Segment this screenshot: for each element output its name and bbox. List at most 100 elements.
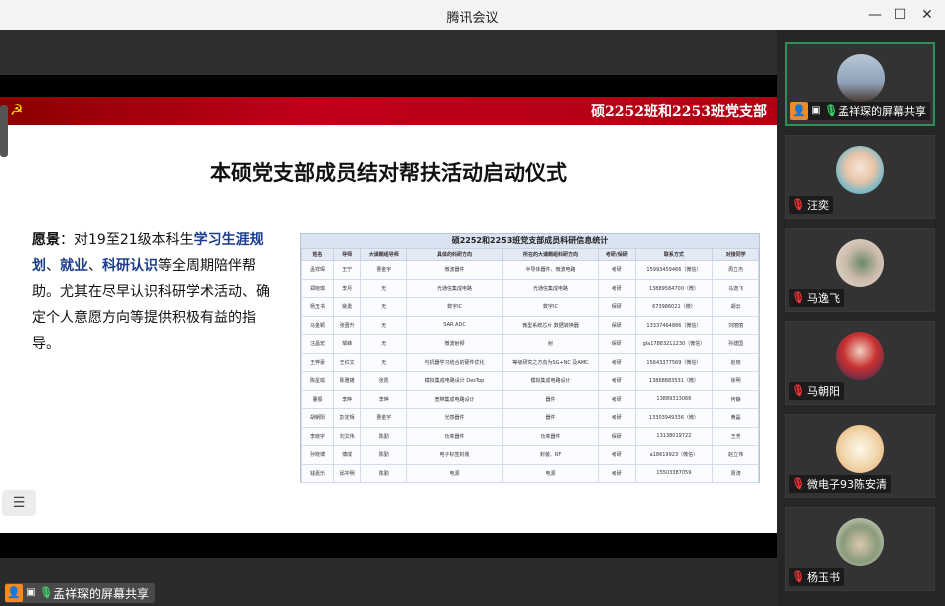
table-cell: 李月 — [332, 278, 362, 298]
table-row: 汪昌宏 邹峰无微波射频射保研 gla17883211230（微信） 孙建国 — [301, 334, 759, 354]
screen-share-icon: ▣ — [26, 587, 36, 598]
table-cell: 赵晓 — [712, 352, 759, 372]
vision-text-3: 、 — [88, 258, 102, 274]
table-cell: 微型系统芯片 数据转换器 — [502, 315, 600, 335]
participants-sidebar: 👤 ▣ 🎙 孟祥琛的屏幕共享 🎙 汪奕 🎙 马逸飞 🎙 马朝阳 🎙 微电子93陈 — [777, 30, 945, 606]
table-cell: 13337464886（微信） — [634, 315, 714, 335]
user-icon: 👤 — [790, 102, 808, 120]
table-row: 郑晓琪 李月无光通信集成电路 光通信集成电路 考研 13889584700（微） 马逸飞 — [301, 278, 759, 298]
table-cell: 数字IC — [502, 297, 600, 317]
participant-tile[interactable]: 🎙 马逸飞 — [785, 228, 935, 312]
vision-highlight-3: 科研认识 — [102, 258, 158, 274]
table-cell: 15643377569（微信） — [634, 352, 714, 372]
participant-tile[interactable]: 👤 ▣ 🎙 孟祥琛的屏幕共享 — [785, 42, 935, 126]
participant-name: 孟祥琛的屏幕共享 — [838, 105, 926, 118]
avatar — [836, 239, 884, 287]
avatar — [836, 332, 884, 380]
table-cell: 器件 — [502, 408, 600, 428]
presenter-bar: 👤 ▣ 🎙 孟祥琛的屏幕共享 — [0, 580, 777, 606]
participant-name: 杨玉书 — [807, 571, 840, 584]
table-cell: 邹峰 — [332, 334, 362, 354]
table-row: 王梓豪 王红文无与机器学习结合的硬件优化 等级研究之方向为SG+NC 及AMC 考研 1… — [301, 352, 759, 372]
table-cell: 光通信集成电路 — [502, 278, 600, 298]
table-cell: 陈雅雄 — [332, 371, 362, 391]
table-cell: 孙建国 — [712, 334, 759, 354]
table-cell: 张凯 — [360, 371, 408, 391]
table-header-cell: 所在的大课题组科研方向 — [502, 248, 600, 261]
table-cell: 15503387059 — [634, 463, 714, 483]
table-cell: 13138019722 — [634, 426, 714, 446]
table-header-cell: 导师 — [332, 248, 362, 261]
table-cell: 徐明 — [712, 371, 759, 391]
table-cell: 器件 — [502, 389, 600, 409]
presenter-share-tag[interactable]: 👤 ▣ 🎙 孟祥琛的屏幕共享 — [5, 583, 156, 603]
table-cell: 功率器件 — [502, 426, 600, 446]
table-title: 硕2252和2253班党支部成员科研信息统计 — [301, 234, 759, 248]
participant-tile[interactable]: 🎙 汪奕 — [785, 135, 935, 219]
table-cell: 周立杰 — [712, 260, 759, 280]
table-cell: 孙晓博 — [301, 445, 334, 465]
list-icon: ☰ — [12, 495, 26, 511]
avatar — [836, 425, 884, 473]
table-cell: 射 — [502, 334, 600, 354]
table-header-cell: 大课题组导师 — [360, 248, 408, 261]
table-cell: 保研 — [598, 315, 636, 335]
participant-tile[interactable]: 🎙 微电子93陈安清 — [785, 414, 935, 498]
table-cell: 邱冲明 — [332, 463, 362, 483]
table-cell: 功率器件 — [406, 426, 504, 446]
stage-bottom-band — [0, 533, 777, 558]
minimize-button[interactable]: — — [865, 5, 885, 25]
table-cell: 曹金宇 — [360, 408, 408, 428]
table-cell: 13303949336（微） — [634, 408, 714, 428]
table-cell: 无 — [360, 297, 408, 317]
participant-namebar: 🎙 马逸飞 — [789, 289, 844, 307]
table-cell: 保研 — [598, 297, 636, 317]
table-cell: 李晔 — [360, 389, 408, 409]
table-cell: 无 — [360, 334, 408, 354]
table-header-cell: 姓名 — [301, 248, 334, 261]
table-cell: 王芳 — [712, 426, 759, 446]
table-header-cell: 对接同学 — [712, 248, 759, 261]
table-row: 孟祥琛 王宁 曹金宇 微波器件 半导体器件、微波电路 考研 15993459466（微信）周… — [301, 260, 759, 280]
table-grid: 姓名 导师 大课题组导师 具体的科研方向 所在的大课题组科研方向 考研/保研 联… — [301, 248, 759, 483]
table-cell: 胡朝阳 — [301, 408, 334, 428]
table-cell: 刘丽丽 — [712, 315, 759, 335]
slide-menu-button[interactable]: ☰ — [2, 490, 36, 516]
table-cell: 何静 — [712, 389, 759, 409]
table-cell: 13889313066 — [634, 389, 714, 409]
avatar — [836, 518, 884, 566]
table-cell: 模拟集成电路设计 DesTop — [406, 371, 504, 391]
table-cell: 王宁 — [332, 260, 362, 280]
participant-namebar: 🎙 杨玉书 — [789, 568, 844, 586]
participant-tile[interactable]: 🎙 马朝阳 — [785, 321, 935, 405]
table-cell: 宽带集成电路设计 — [406, 389, 504, 409]
table-row: 李晓宇 刘文伟 陈勤 功率器件 功率器件 保研 13138019722 王芳 — [301, 426, 759, 446]
table-row: 马金颖 张晋升无 SAR ADC 微型系统芯片 数据转换器 保研 13337464886（… — [301, 315, 759, 335]
table-cell: 无 — [360, 278, 408, 298]
table-cell: 胡云 — [712, 297, 759, 317]
table-cell: 封装、RF — [502, 445, 600, 465]
table-cell: 考研 — [598, 260, 636, 280]
party-emblem-icon: ☭ — [10, 101, 24, 119]
table-cell: 微波射频 — [406, 334, 504, 354]
maximize-button[interactable]: ☐ — [890, 5, 910, 25]
participant-name: 微电子93陈安清 — [807, 478, 887, 491]
mic-muted-icon: 🎙 — [791, 570, 805, 583]
left-scroll-handle[interactable] — [0, 105, 8, 157]
table-cell: 考研 — [598, 278, 636, 298]
table-cell: 保研 — [598, 334, 636, 354]
window-title: 腾讯会议 — [446, 11, 499, 26]
participant-tile[interactable]: 🎙 杨玉书 — [785, 507, 935, 591]
table-header-cell: 具体的科研方向 — [406, 248, 504, 261]
participant-namebar: 🎙 微电子93陈安清 — [789, 475, 891, 493]
screen-share-icon: ▣ — [811, 105, 821, 116]
mic-on-icon: 🎙 — [824, 104, 838, 117]
slide-header-banner: ☭ 硕2252班和2253班党支部 — [0, 97, 777, 125]
table-cell: 与机器学习结合的硬件优化 — [406, 352, 504, 372]
stage-black-band — [0, 75, 777, 97]
close-button[interactable]: ✕ — [917, 5, 937, 25]
mic-muted-icon: 🎙 — [791, 291, 805, 304]
table-cell: 无 — [360, 315, 408, 335]
table-cell: 彭定辉 — [332, 408, 362, 428]
stage-top-band — [0, 30, 777, 75]
